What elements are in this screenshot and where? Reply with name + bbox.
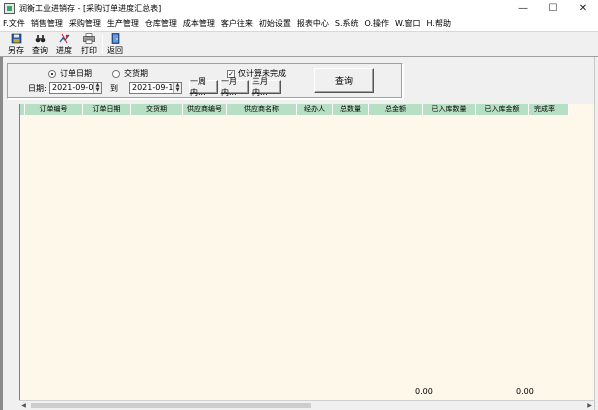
menu-cost[interactable]: 成本管理	[180, 17, 218, 31]
left-edge	[0, 57, 3, 410]
col-supplier-code[interactable]: 供应商编号	[183, 104, 227, 115]
menu-bar: F.文件 销售管理 采购管理 生产管理 仓库管理 成本管理 客户往来 初始设置 …	[0, 17, 598, 31]
query-submit-button[interactable]: 查询	[314, 68, 374, 93]
minimize-button[interactable]: —	[508, 0, 538, 17]
col-order-number[interactable]: 订单编号	[25, 104, 83, 115]
query-label: 查询	[32, 46, 48, 55]
radio-order-date-indicator[interactable]	[48, 69, 56, 78]
save-as-icon	[11, 33, 21, 44]
menu-sales[interactable]: 销售管理	[28, 17, 66, 31]
radio-delivery-date-indicator[interactable]	[112, 69, 120, 78]
query-button[interactable]: 查询	[32, 33, 48, 56]
results-grid[interactable]: 订单编号 订单日期 交货期 供应商编号 供应商名称 经办人 总数量 总金额 已入…	[19, 104, 594, 400]
menu-help[interactable]: H.帮助	[424, 17, 454, 31]
within-week-button[interactable]: 一周内...	[189, 77, 218, 97]
date-from-spinner[interactable]: ▲ ▼	[93, 83, 101, 93]
total-amount-sum: 0.00	[415, 387, 433, 396]
progress-icon	[58, 33, 70, 44]
menu-purchase[interactable]: 采购管理	[66, 17, 104, 31]
scroll-left-icon[interactable]: ◀	[19, 401, 28, 410]
col-total-amount[interactable]: 总金额	[369, 104, 423, 115]
scrollbar-thumb[interactable]	[31, 403, 311, 408]
close-button[interactable]: ✕	[568, 0, 598, 17]
return-button[interactable]: 返回	[107, 33, 123, 56]
window-title: 润衡工业进销存 - [采购订单进度汇总表]	[19, 4, 162, 13]
within-three-months-button[interactable]: 三月内...	[251, 77, 281, 97]
menu-initial-settings[interactable]: 初始设置	[256, 17, 294, 31]
date-to-field[interactable]: 2021-09-10 ▲ ▼	[129, 82, 182, 94]
menu-reports[interactable]: 报表中心	[294, 17, 332, 31]
within-month-button[interactable]: 一月内...	[220, 77, 249, 97]
return-door-icon	[111, 33, 119, 44]
date-to-value: 2021-09-10	[132, 83, 179, 92]
toolbar: 另存 查询 进度 打印 返回	[0, 31, 598, 57]
scroll-right-icon[interactable]: ▶	[585, 401, 594, 410]
col-handler[interactable]: 经办人	[297, 104, 333, 115]
menu-system[interactable]: S.系统	[332, 17, 362, 31]
title-bar: 润衡工业进销存 - [采购订单进度汇总表] — ☐ ✕	[0, 0, 598, 17]
maximize-button[interactable]: ☐	[538, 0, 568, 17]
filter-panel: 订单日期 交货期 ✓ 仅计算未完成 日期: 2021-09-04 ▲ ▼ 到 20…	[7, 63, 403, 99]
col-order-date[interactable]: 订单日期	[83, 104, 131, 115]
col-completion-rate[interactable]: 完成率	[529, 104, 569, 115]
radio-delivery-date[interactable]: 交货期	[112, 68, 148, 79]
date-from-value: 2021-09-04	[52, 83, 99, 92]
menu-operations[interactable]: O.操作	[361, 17, 392, 31]
col-received-amount[interactable]: 已入库金额	[476, 104, 529, 115]
menu-production[interactable]: 生产管理	[104, 17, 142, 31]
save-as-button[interactable]: 另存	[8, 33, 24, 56]
radio-order-date[interactable]: 订单日期	[48, 68, 92, 79]
radio-delivery-date-label: 交货期	[124, 69, 148, 78]
menu-customer[interactable]: 客户往来	[218, 17, 256, 31]
window-controls: — ☐ ✕	[508, 0, 598, 17]
progress-label: 进度	[56, 46, 72, 55]
binoculars-icon	[35, 35, 45, 43]
col-delivery-date[interactable]: 交货期	[131, 104, 183, 115]
date-label: 日期:	[28, 84, 47, 93]
app-icon	[4, 3, 15, 14]
horizontal-scrollbar[interactable]: ◀ ▶	[19, 400, 594, 410]
print-label: 打印	[81, 46, 97, 55]
menu-warehouse[interactable]: 仓库管理	[142, 17, 180, 31]
radio-order-date-label: 订单日期	[60, 69, 92, 78]
menu-window[interactable]: W.窗口	[392, 17, 424, 31]
print-button[interactable]: 打印	[81, 33, 97, 56]
menu-file[interactable]: F.文件	[0, 17, 28, 31]
date-to-spinner[interactable]: ▲ ▼	[173, 83, 181, 93]
progress-button[interactable]: 进度	[56, 33, 72, 56]
col-total-quantity[interactable]: 总数量	[333, 104, 369, 115]
return-label: 返回	[107, 46, 123, 55]
toolbar-separator	[102, 35, 103, 54]
date-to-label: 到	[110, 84, 118, 93]
grid-header: 订单编号 订单日期 交货期 供应商编号 供应商名称 经办人 总数量 总金额 已入…	[20, 104, 569, 115]
received-amount-sum: 0.00	[516, 387, 534, 396]
date-from-field[interactable]: 2021-09-04 ▲ ▼	[49, 82, 102, 94]
right-edge	[594, 57, 598, 410]
col-supplier-name[interactable]: 供应商名称	[227, 104, 297, 115]
col-received-quantity[interactable]: 已入库数量	[423, 104, 476, 115]
printer-icon	[83, 33, 95, 44]
save-as-label: 另存	[8, 46, 24, 55]
